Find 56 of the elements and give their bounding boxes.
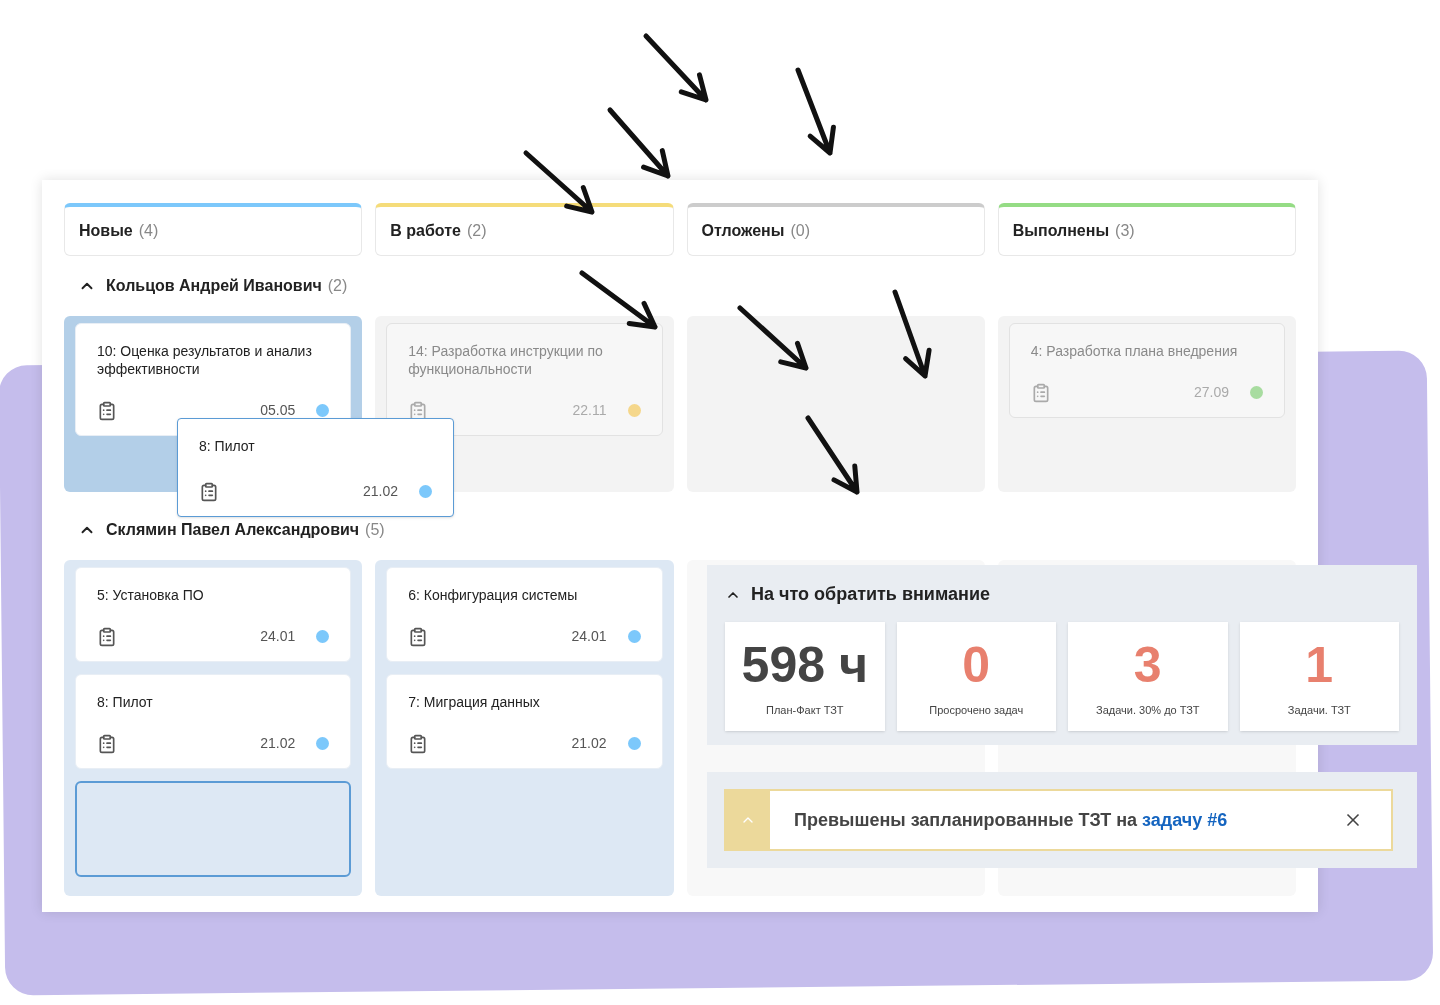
task-card[interactable]: 10: Оценка результатов и анализ эффективности 05.05 xyxy=(75,323,352,436)
task-title: 8: Пилот xyxy=(97,693,154,711)
due-date: 24.01 xyxy=(571,627,607,646)
column-title: В работе xyxy=(390,221,461,241)
metric-value: 3 xyxy=(1133,636,1162,694)
alert-message: Превышены запланированные ТЗТ на задачу #6 xyxy=(794,808,1228,832)
column-title: Выполнены xyxy=(1012,221,1110,241)
due-date: 22.11 xyxy=(572,401,607,420)
due-date: 21.02 xyxy=(362,482,398,501)
task-title: 6: Конфигурация системы xyxy=(408,586,579,604)
clipboard-icon[interactable] xyxy=(97,733,117,754)
column-count: (3) xyxy=(1115,221,1135,241)
metric-value: 0 xyxy=(962,636,991,694)
column-count: (2) xyxy=(466,221,487,241)
clipboard-icon[interactable] xyxy=(97,626,117,647)
task-card[interactable]: 8: Пилот 21.02 xyxy=(177,418,454,517)
metric-value: 1 xyxy=(1305,636,1334,694)
panel-title: На что обратить внимание xyxy=(751,583,990,606)
column-title: Отложены xyxy=(701,221,785,241)
metric-label: Задачи. ТЗТ xyxy=(1287,703,1351,718)
task-title: 5: Установка ПО xyxy=(97,586,205,604)
arrow xyxy=(607,107,671,179)
due-date: 27.09 xyxy=(1193,383,1229,402)
clipboard-icon[interactable] xyxy=(97,400,117,421)
due-date: 21.02 xyxy=(571,734,607,753)
task-title: 14: Разработка инструкции по функциональности xyxy=(408,342,604,378)
task-title: 7: Миграция данных xyxy=(408,693,541,711)
due-date: 21.02 xyxy=(260,734,296,753)
task-title: 8: Пилот xyxy=(199,437,256,455)
clipboard-icon[interactable] xyxy=(408,733,429,754)
metric-label: Просрочено задач xyxy=(929,703,1024,718)
task-card[interactable]: 7: Миграция данных 21.02 xyxy=(386,674,663,769)
clipboard-icon[interactable] xyxy=(408,626,429,647)
arrow xyxy=(643,33,709,103)
metric-value: 598 ч xyxy=(741,636,868,694)
alert-toggle[interactable] xyxy=(726,791,770,849)
column-title: Новые xyxy=(79,221,133,241)
task-title: 10: Оценка результатов и анализ эффективности xyxy=(97,342,313,378)
group-count: (2) xyxy=(327,276,348,296)
metric-label: Задачи. 30% до ТЗТ xyxy=(1096,703,1200,718)
column-count: (0) xyxy=(790,221,810,241)
group-name: Кольцов Андрей Иванович xyxy=(106,276,322,296)
column-count: (4) xyxy=(138,221,159,241)
group-count: (5) xyxy=(365,520,385,540)
task-card[interactable]: 5: Установка ПО 24.01 xyxy=(75,567,352,662)
clipboard-icon[interactable] xyxy=(199,481,219,502)
task-title: 4: Разработка плана внедрения xyxy=(1030,342,1239,360)
arrow xyxy=(523,150,595,215)
arrow xyxy=(737,305,809,371)
due-date: 24.01 xyxy=(260,627,296,646)
task-card[interactable]: 6: Конфигурация системы 24.01 xyxy=(386,567,663,662)
task-link[interactable]: задачу #6 xyxy=(1142,809,1228,830)
metric-label: План-Факт ТЗТ xyxy=(766,703,844,718)
task-card[interactable]: 8: Пилот 21.02 xyxy=(75,674,352,769)
group-name: Склямин Павел Александрович xyxy=(106,520,360,540)
due-date: 05.05 xyxy=(260,401,296,420)
